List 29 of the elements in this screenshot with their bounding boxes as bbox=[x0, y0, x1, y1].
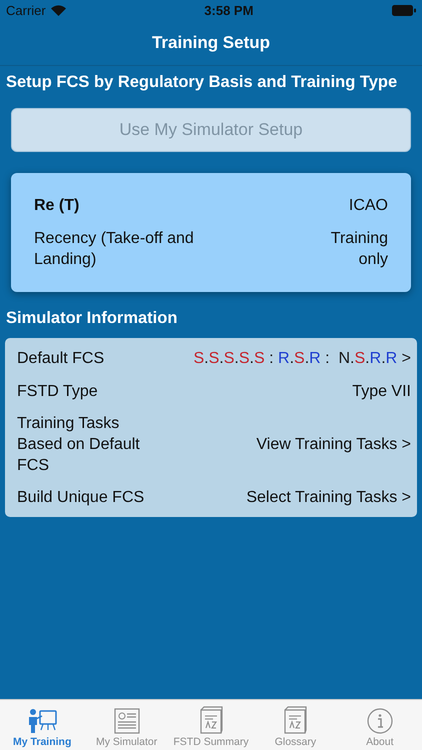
info-label: Build Unique FCS bbox=[17, 488, 144, 508]
document-icon bbox=[114, 708, 140, 734]
summary-label: Recency (Take-off and Landing) bbox=[34, 229, 194, 270]
info-icon bbox=[366, 708, 393, 734]
book-icon bbox=[199, 706, 224, 734]
screen-title: Training Setup bbox=[152, 32, 270, 52]
summary-value: Training only bbox=[330, 229, 388, 270]
info-label: Default FCS bbox=[17, 349, 104, 369]
presenter-icon bbox=[26, 708, 58, 734]
tab-bar-item[interactable]: About bbox=[338, 700, 422, 750]
section-heading: Setup FCS by Regulatory Basis and Training Type bbox=[5, 72, 398, 92]
info-label: Training Tasks Based on Default FCS bbox=[17, 414, 141, 476]
tab-bar-item[interactable]: My Training bbox=[0, 700, 84, 750]
clock-time: 3:58 PM bbox=[204, 2, 254, 18]
fcs-code-link[interactable]: S.S.S.S.S : R.S.R : N.S.R.R > bbox=[193, 350, 411, 368]
info-link[interactable]: View Training Tasks > bbox=[256, 436, 411, 454]
battery-icon bbox=[392, 4, 416, 16]
book-icon bbox=[283, 706, 308, 734]
info-value: Type VII bbox=[352, 382, 411, 402]
carrier-label: Carrier bbox=[6, 2, 46, 18]
section-heading: Simulator Information bbox=[5, 308, 178, 328]
summary-value: ICAO bbox=[348, 196, 388, 216]
wifi-icon bbox=[50, 4, 66, 16]
info-link[interactable]: Select Training Tasks > bbox=[246, 488, 411, 506]
summary-label: Re (T) bbox=[34, 196, 80, 216]
tab-bar-item[interactable]: Glossary bbox=[253, 700, 338, 750]
tab-bar-item[interactable]: My Simulator bbox=[84, 700, 169, 750]
tab-bar-item[interactable]: FSTD Summary bbox=[168, 700, 254, 750]
info-label: FSTD Type bbox=[17, 382, 98, 402]
